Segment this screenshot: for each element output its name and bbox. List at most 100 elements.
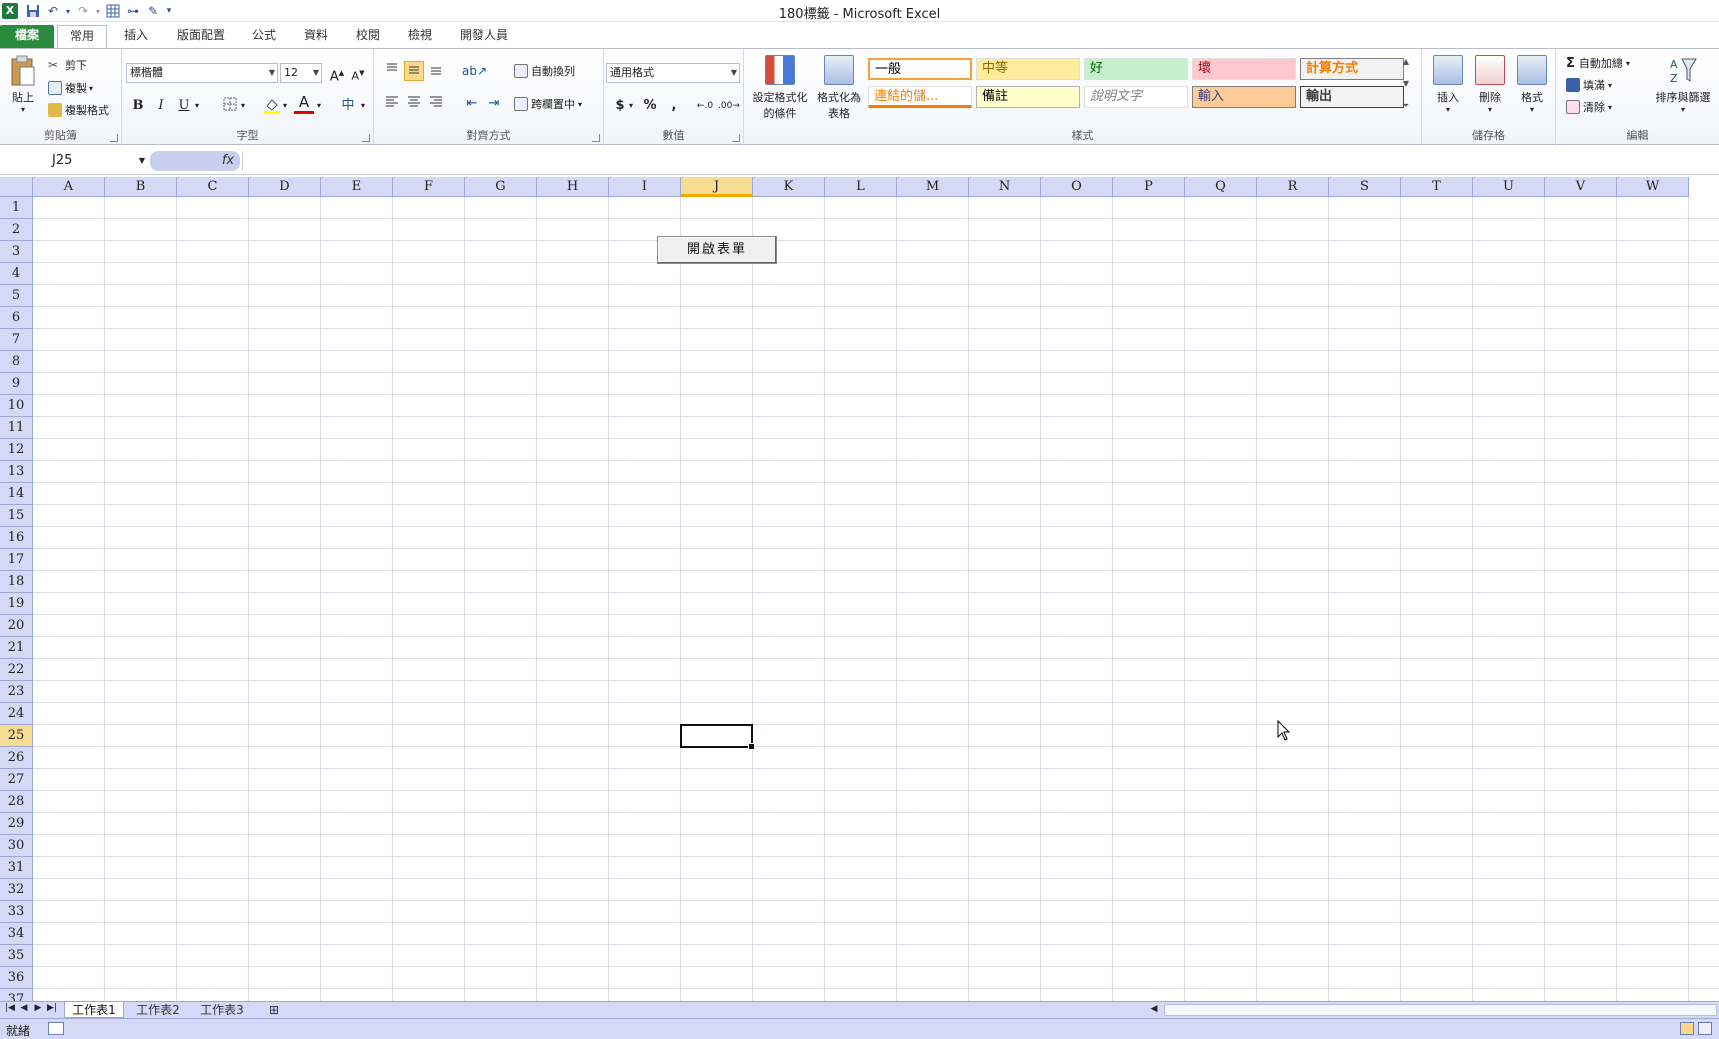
insert-function-icon[interactable]: fx — [218, 151, 238, 171]
row-header-28[interactable]: 28 — [0, 791, 33, 813]
tab-view[interactable]: 檢視 — [400, 25, 440, 48]
column-header-l[interactable]: L — [825, 177, 897, 197]
row-header-5[interactable]: 5 — [0, 285, 33, 307]
row-header-27[interactable]: 27 — [0, 769, 33, 791]
column-header-g[interactable]: G — [465, 177, 537, 197]
autosum-button[interactable]: Σ 自動加總 ▾ — [1566, 55, 1630, 71]
open-form-button[interactable]: 開啟表單 — [657, 236, 777, 264]
column-header-s[interactable]: S — [1329, 177, 1401, 197]
align-right-icon[interactable] — [426, 94, 446, 114]
horizontal-scrollbar[interactable]: ◀ — [1140, 1003, 1719, 1017]
row-header-9[interactable]: 9 — [0, 373, 33, 395]
insert-dropdown-icon[interactable]: ▾ — [1446, 105, 1450, 114]
align-center-icon[interactable] — [404, 94, 424, 114]
column-header-d[interactable]: D — [249, 177, 321, 197]
format-dropdown-icon[interactable]: ▾ — [1530, 105, 1534, 114]
cell-style-good[interactable]: 好 — [1084, 58, 1188, 80]
row-header-35[interactable]: 35 — [0, 945, 33, 967]
column-header-r[interactable]: R — [1257, 177, 1329, 197]
row-header-15[interactable]: 15 — [0, 505, 33, 527]
row-header-30[interactable]: 30 — [0, 835, 33, 857]
row-header-34[interactable]: 34 — [0, 923, 33, 945]
decrease-decimal-icon[interactable]: .00→ — [718, 96, 740, 116]
delete-cells-button[interactable]: 刪除 ▾ — [1472, 55, 1508, 114]
insert-cells-button[interactable]: 插入 ▾ — [1430, 55, 1466, 114]
gallery-more-icon[interactable]: ⏷ — [1400, 101, 1412, 117]
column-header-i[interactable]: I — [609, 177, 681, 197]
format-as-table-button[interactable]: 格式化為 表格 — [814, 55, 864, 121]
phonetic-button[interactable]: 中 — [338, 96, 358, 116]
percent-button[interactable]: % — [640, 96, 660, 116]
formula-input[interactable] — [242, 151, 1719, 171]
sheet-tab-3[interactable]: 工作表3 — [192, 1002, 252, 1018]
fill-dropdown-icon[interactable]: ▾ — [1608, 81, 1612, 90]
cell-style-normal[interactable]: 一般 — [868, 58, 972, 80]
sheet-tab-1[interactable]: 工作表1 — [64, 1002, 124, 1018]
row-header-17[interactable]: 17 — [0, 549, 33, 571]
font-color-button[interactable]: A — [294, 94, 314, 114]
select-all-corner[interactable] — [0, 177, 33, 197]
align-top-icon[interactable] — [382, 61, 402, 81]
row-header-4[interactable]: 4 — [0, 263, 33, 285]
sort-filter-button[interactable]: AZ 排序與篩選 ▾ — [1648, 55, 1718, 114]
last-sheet-icon[interactable]: ▶| — [46, 1003, 58, 1017]
row-header-16[interactable]: 16 — [0, 527, 33, 549]
column-header-q[interactable]: Q — [1185, 177, 1257, 197]
first-sheet-icon[interactable]: |◀ — [4, 1003, 16, 1017]
shrink-font-button[interactable]: A▼ — [348, 63, 368, 83]
cell-style-output[interactable]: 輸出 — [1300, 86, 1404, 108]
row-header-7[interactable]: 7 — [0, 329, 33, 351]
align-left-icon[interactable] — [382, 94, 402, 114]
fill-color-button[interactable] — [262, 96, 282, 116]
increase-indent-icon[interactable]: ⇥ — [484, 94, 504, 114]
cell-style-bad[interactable]: 壞 — [1192, 58, 1296, 80]
decrease-indent-icon[interactable]: ⇤ — [462, 94, 482, 114]
column-header-o[interactable]: O — [1041, 177, 1113, 197]
clipboard-launcher-icon[interactable] — [110, 134, 118, 142]
row-header-24[interactable]: 24 — [0, 703, 33, 725]
clear-button[interactable]: 清除 ▾ — [1566, 99, 1612, 115]
row-header-19[interactable]: 19 — [0, 593, 33, 615]
row-header-33[interactable]: 33 — [0, 901, 33, 923]
row-header-22[interactable]: 22 — [0, 659, 33, 681]
copy-button[interactable]: 複製 ▾ — [48, 80, 93, 96]
tab-file[interactable]: 檔案 — [0, 25, 54, 48]
borders-button[interactable] — [220, 96, 240, 116]
row-header-20[interactable]: 20 — [0, 615, 33, 637]
align-middle-icon[interactable] — [404, 61, 424, 81]
normal-view-icon[interactable] — [1680, 1022, 1694, 1035]
underline-dropdown-icon[interactable]: ▾ — [192, 96, 202, 116]
row-header-37[interactable]: 37 — [0, 989, 33, 1001]
paste-button[interactable]: 貼上 ▾ — [6, 55, 40, 114]
grow-font-button[interactable]: A▲ — [327, 63, 347, 84]
column-header-e[interactable]: E — [321, 177, 393, 197]
font-launcher-icon[interactable] — [362, 134, 370, 142]
column-header-b[interactable]: B — [105, 177, 177, 197]
row-header-11[interactable]: 11 — [0, 417, 33, 439]
bold-button[interactable]: B — [128, 96, 148, 116]
column-header-t[interactable]: T — [1401, 177, 1473, 197]
cell-style-note[interactable]: 備註 — [976, 86, 1080, 108]
tab-developer[interactable]: 開發人員 — [452, 25, 516, 48]
number-format-combo[interactable]: 通用格式 ▼ — [606, 63, 740, 83]
merge-center-button[interactable]: 跨欄置中 ▾ — [514, 96, 582, 112]
row-header-21[interactable]: 21 — [0, 637, 33, 659]
row-header-29[interactable]: 29 — [0, 813, 33, 835]
delete-dropdown-icon[interactable]: ▾ — [1488, 105, 1492, 114]
page-layout-view-icon[interactable] — [1698, 1022, 1712, 1035]
sheet-tab-2[interactable]: 工作表2 — [128, 1002, 188, 1018]
borders-dropdown-icon[interactable]: ▾ — [238, 96, 248, 116]
tab-formulas[interactable]: 公式 — [244, 25, 284, 48]
row-header-10[interactable]: 10 — [0, 395, 33, 417]
row-header-12[interactable]: 12 — [0, 439, 33, 461]
row-header-23[interactable]: 23 — [0, 681, 33, 703]
clear-dropdown-icon[interactable]: ▾ — [1608, 103, 1612, 112]
merge-dropdown-icon[interactable]: ▾ — [578, 100, 582, 109]
row-header-32[interactable]: 32 — [0, 879, 33, 901]
row-header-26[interactable]: 26 — [0, 747, 33, 769]
format-cells-button[interactable]: 格式 ▾ — [1514, 55, 1550, 114]
row-header-2[interactable]: 2 — [0, 219, 33, 241]
row-header-3[interactable]: 3 — [0, 241, 33, 263]
row-header-8[interactable]: 8 — [0, 351, 33, 373]
next-sheet-icon[interactable]: ▶ — [32, 1003, 44, 1017]
